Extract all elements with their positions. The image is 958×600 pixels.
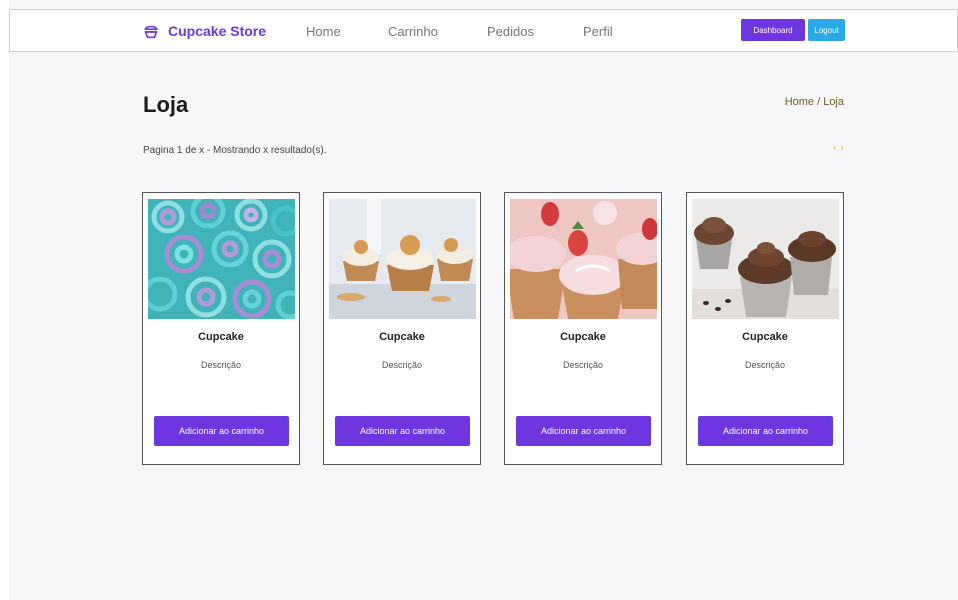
- page-title: Loja: [143, 92, 189, 117]
- navbar: Cupcake Store Home Carrinho Pedidos Perf…: [9, 9, 958, 52]
- product-name: Cupcake: [379, 331, 425, 343]
- product-description: Descrição: [562, 360, 603, 370]
- add-to-cart-button[interactable]: Adicionar ao carrinho: [154, 416, 289, 446]
- nav-carrinho[interactable]: Carrinho: [388, 24, 438, 39]
- results-info: Pagina 1 de x - Mostrando x resultado(s)…: [143, 145, 327, 156]
- product-description: Descrição: [200, 360, 241, 370]
- nav-perfil[interactable]: Perfil: [583, 24, 613, 39]
- add-to-cart-button[interactable]: Adicionar ao carrinho: [335, 416, 470, 446]
- product-image-teal-frosting-cupcakes: [148, 199, 295, 319]
- product-card: Cupcake Descrição Adicionar ao carrinho: [323, 192, 481, 465]
- nav-pedidos[interactable]: Pedidos: [487, 24, 534, 39]
- product-image-chocolate-cupcakes: [692, 199, 839, 319]
- nav-home[interactable]: Home: [306, 24, 341, 39]
- product-image-waffle-cone-cupcakes: [329, 199, 476, 319]
- brand-name: Cupcake Store: [168, 23, 267, 39]
- product-card: Cupcake Descrição Adicionar ao carrinho: [686, 192, 844, 465]
- product-name: Cupcake: [560, 331, 606, 343]
- product-card: Cupcake Descrição Adicionar ao carrinho: [142, 192, 300, 465]
- add-to-cart-button[interactable]: Adicionar ao carrinho: [516, 416, 651, 446]
- product-card: Cupcake Descrição Adicionar ao carrinho: [504, 192, 662, 465]
- logout-button[interactable]: Logout: [808, 19, 845, 41]
- product-image-strawberry-cupcakes: [510, 199, 657, 319]
- product-description: Descrição: [381, 360, 422, 370]
- pager-arrows[interactable]: ‹ ›: [833, 142, 845, 152]
- dashboard-button[interactable]: Dashboard: [741, 19, 805, 41]
- breadcrumb[interactable]: Home / Loja: [785, 96, 844, 108]
- product-name: Cupcake: [198, 331, 244, 343]
- product-name: Cupcake: [742, 331, 788, 343]
- product-description: Descrição: [744, 360, 785, 370]
- cupcake-icon: [142, 22, 160, 40]
- brand-link[interactable]: Cupcake Store: [142, 22, 266, 40]
- add-to-cart-button[interactable]: Adicionar ao carrinho: [698, 416, 833, 446]
